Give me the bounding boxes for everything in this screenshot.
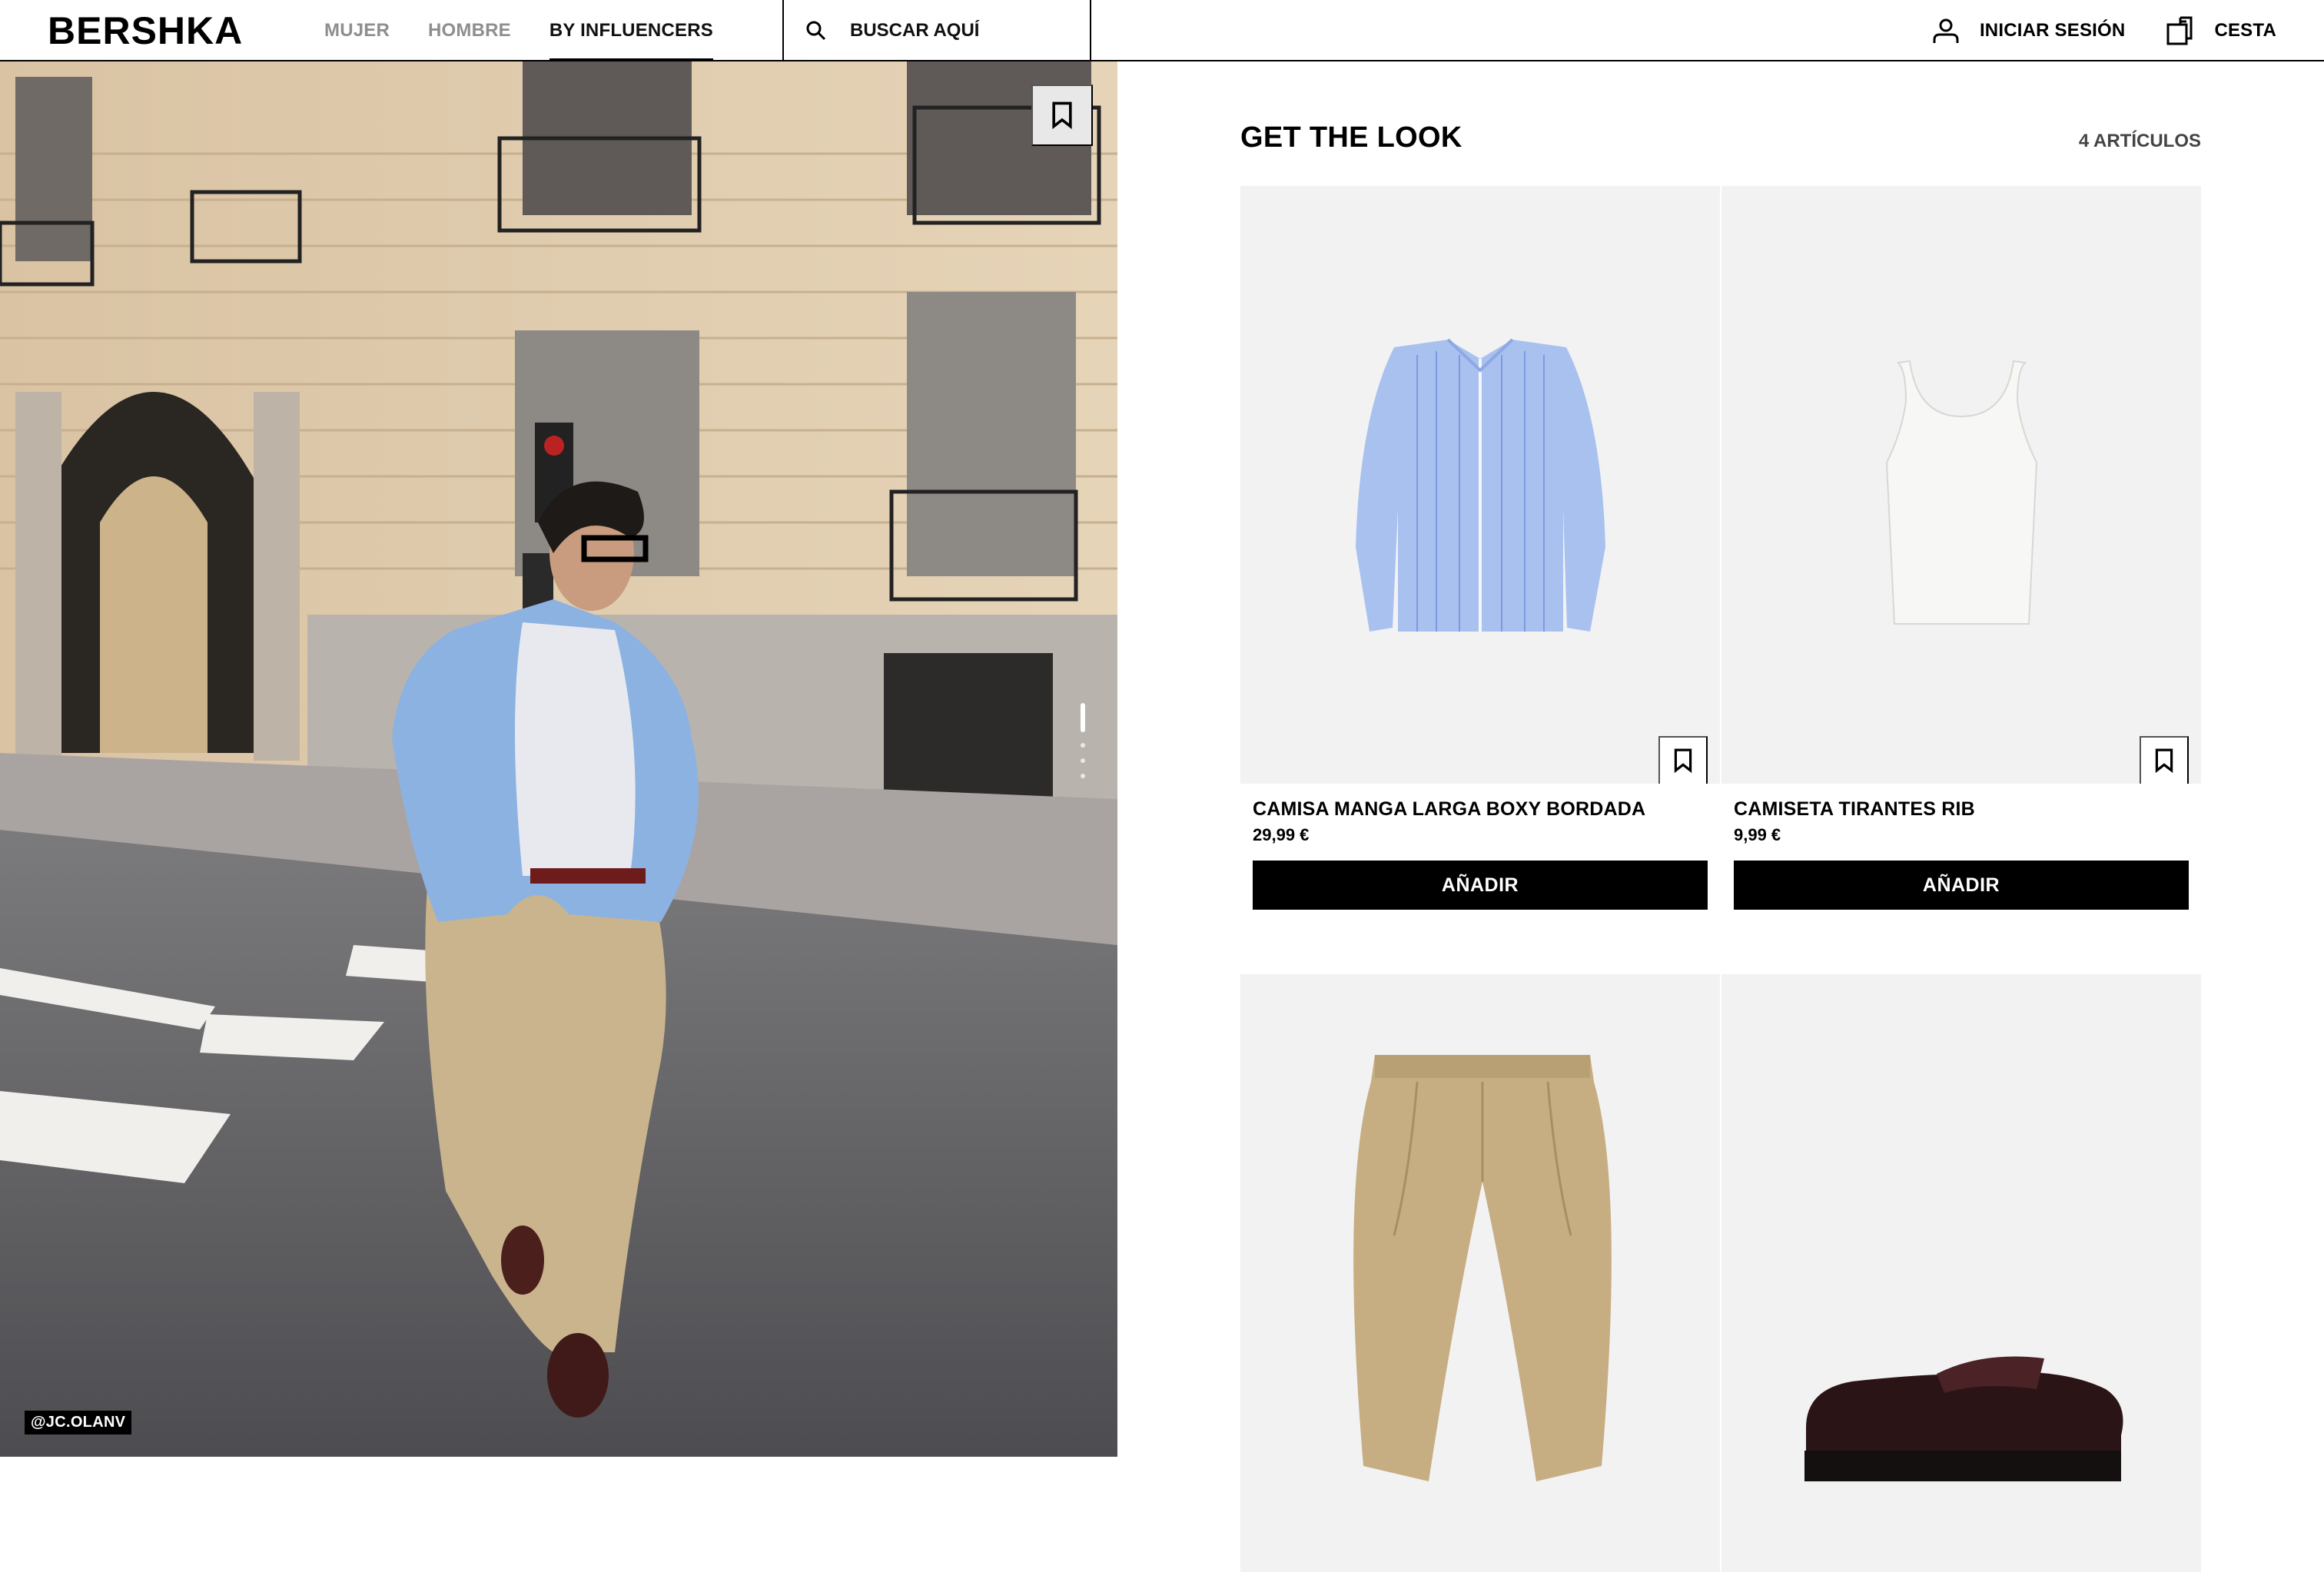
bershka-logo[interactable]: BERSHKA [48,9,243,52]
bag-icon [2166,16,2193,45]
nav-item-hombre[interactable]: HOMBRE [428,0,511,61]
search-box[interactable] [782,0,1091,61]
add-to-cart-button[interactable]: AÑADIR [1734,861,2189,910]
slide-indicator[interactable] [1081,703,1085,778]
photo-bookmark-button[interactable] [1031,85,1093,146]
product-card[interactable] [1721,974,2201,1572]
product-bookmark-button[interactable] [1658,736,1708,784]
slide-dot-active[interactable] [1081,703,1085,732]
slide-dot[interactable] [1081,758,1085,763]
trousers-icon [1353,1055,1612,1481]
product-price: 29,99 € [1253,825,1310,844]
shirt-icon [1356,338,1605,632]
login-label: INICIAR SESIÓN [1979,20,2126,41]
product-card[interactable] [1240,974,1720,1572]
loafer-icon [1804,1356,2123,1481]
bookmark-icon [2155,748,2173,773]
item-count: 4 ARTÍCULOS [2078,131,2201,151]
main-nav: MUJER HOMBRE BY INFLUENCERS [324,0,752,63]
nav-item-by-influencers[interactable]: BY INFLUENCERS [549,0,713,63]
product-card[interactable]: CAMISA MANGA LARGA BOXY BORDADA 29,99 € … [1240,186,1720,910]
header-actions: INICIAR SESIÓN CESTA [1931,0,2276,61]
slide-dot[interactable] [1081,774,1085,778]
product-card[interactable]: CAMISETA TIRANTES RIB 9,99 € AÑADIR [1721,186,2201,910]
product-image[interactable] [1240,974,1720,1572]
photo-credit[interactable]: @JC.OLANV [25,1411,132,1434]
slide-dot[interactable] [1081,743,1085,748]
cart-label: CESTA [2214,20,2276,41]
bookmark-icon [1052,101,1072,129]
street-photo-image [0,61,1117,1457]
product-bookmark-button[interactable] [2140,736,2189,784]
add-to-cart-button[interactable]: AÑADIR [1253,861,1708,910]
search-input[interactable] [850,20,1081,41]
cart-button[interactable]: CESTA [2165,15,2276,46]
product-name[interactable]: CAMISA MANGA LARGA BOXY BORDADA [1253,798,1720,821]
nav-item-mujer[interactable]: MUJER [324,0,390,61]
product-image[interactable] [1721,974,2201,1572]
search-icon [806,21,826,41]
product-name[interactable]: CAMISETA TIRANTES RIB [1734,798,2201,821]
user-icon [1933,18,1959,43]
panel-title: GET THE LOOK [1240,121,1462,154]
bookmark-icon [1674,748,1692,773]
product-price: 9,99 € [1734,825,1781,844]
influencer-photo[interactable]: @JC.OLANV [0,61,1117,1457]
product-image[interactable] [1721,186,2201,784]
product-image[interactable] [1240,186,1720,784]
tank-top-icon [1885,360,2038,625]
site-header: BERSHKA MUJER HOMBRE BY INFLUENCERS INIC… [0,0,2324,63]
login-button[interactable]: INICIAR SESIÓN [1931,15,2126,46]
